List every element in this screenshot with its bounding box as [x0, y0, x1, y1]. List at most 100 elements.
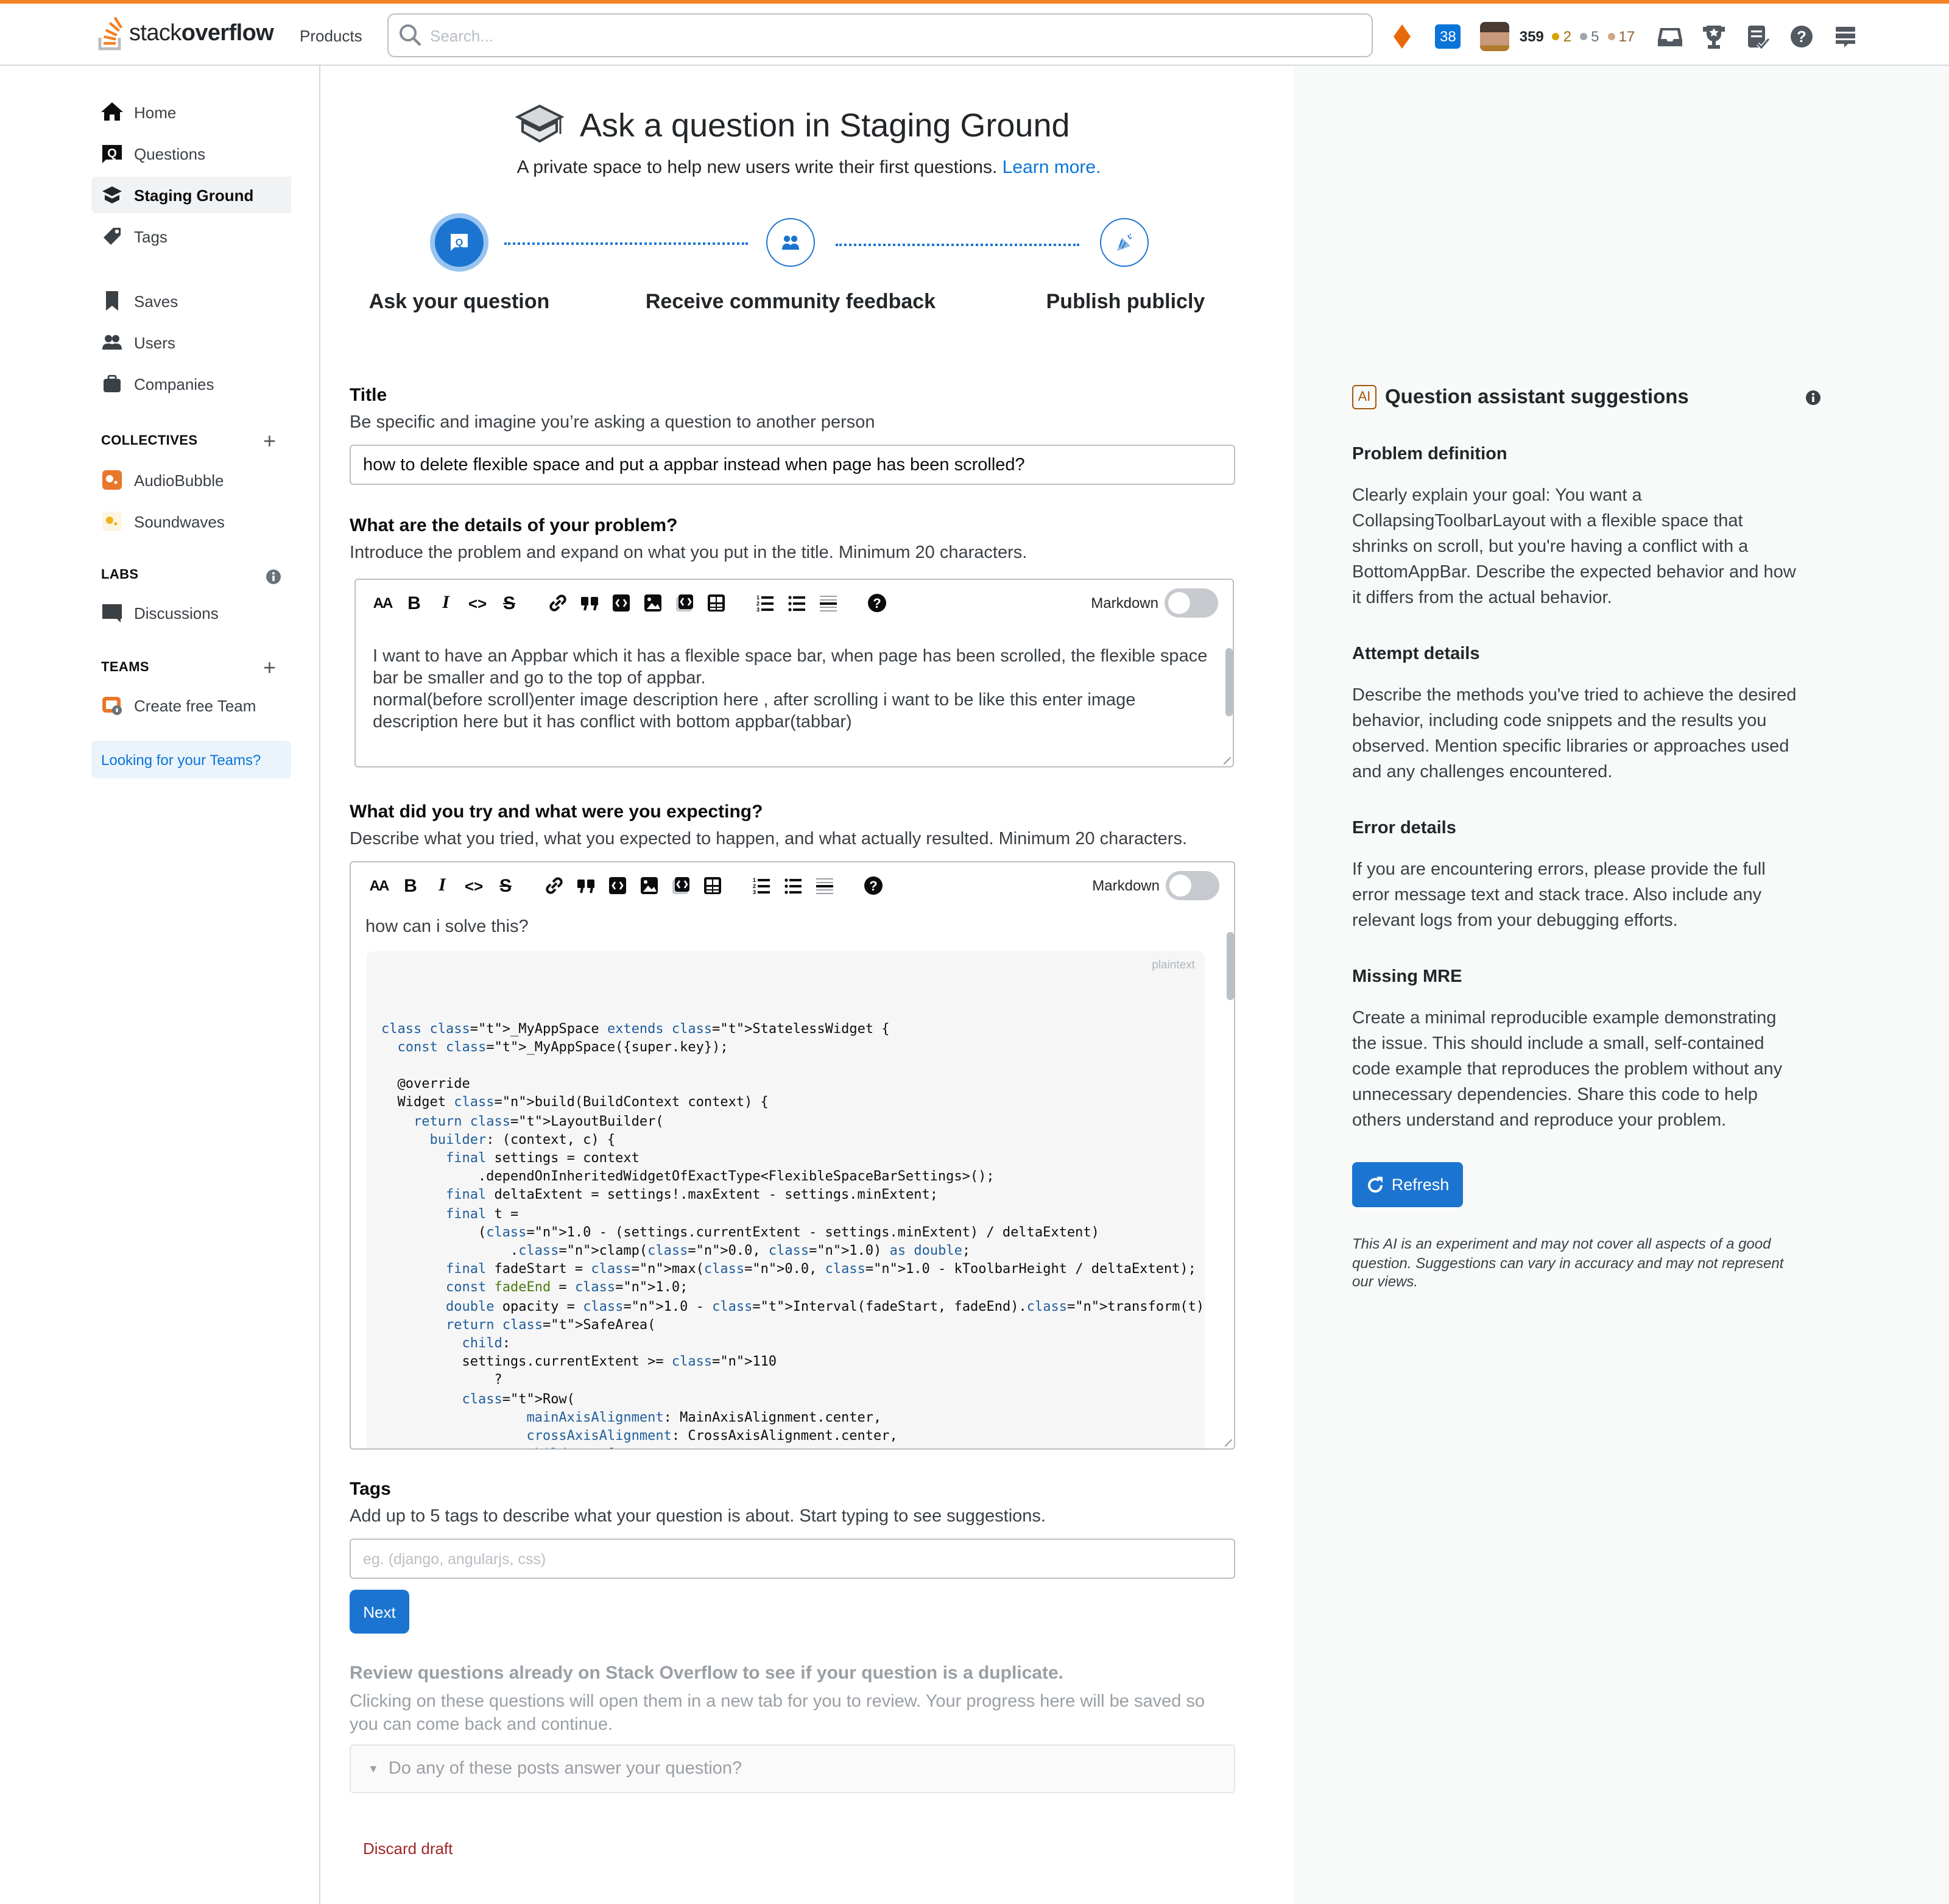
sidebar-item-saves[interactable]: Saves: [91, 283, 291, 319]
collectives-heading: COLLECTIVES: [101, 434, 198, 448]
sidebar-item-audiobubble[interactable]: AudioBubble: [91, 462, 291, 498]
next-button[interactable]: Next: [350, 1590, 409, 1634]
help-icon[interactable]: ?: [864, 590, 890, 616]
achievements-diamond-icon[interactable]: [1394, 24, 1411, 49]
table-icon[interactable]: [703, 590, 730, 616]
ordered-list-icon[interactable]: 123: [748, 872, 775, 899]
sidebar-item-create-team[interactable]: Create free Team: [91, 687, 291, 724]
labs-heading: LABS: [101, 568, 139, 582]
learn-more-link[interactable]: Learn more.: [1003, 157, 1101, 178]
bronze-badges: 17: [1607, 28, 1635, 45]
image-icon[interactable]: [640, 590, 666, 616]
tags-description: Add up to 5 tags to describe what your q…: [350, 1507, 1046, 1526]
code-block-icon[interactable]: [608, 590, 635, 616]
strikethrough-icon[interactable]: S: [496, 590, 523, 616]
inline-code-icon[interactable]: <>: [464, 590, 491, 616]
duplicates-accordion[interactable]: ▼ Do any of these posts answer your ques…: [350, 1744, 1235, 1793]
details-label: What are the details of your problem?: [350, 515, 678, 536]
strikethrough-icon[interactable]: S: [492, 872, 519, 899]
horizontal-rule-icon[interactable]: [815, 590, 842, 616]
page-subtitle: A private space to help new users write …: [322, 157, 1296, 178]
snippet-icon[interactable]: [668, 872, 694, 899]
snippet-icon[interactable]: [671, 590, 698, 616]
markdown-label: Markdown: [1092, 877, 1160, 894]
tried-editor[interactable]: AA B I <> S 123 ? Markdown how can i sol…: [350, 861, 1235, 1450]
refresh-button[interactable]: Refresh: [1352, 1162, 1463, 1207]
details-editor-body[interactable]: I want to have an Appbar which it has a …: [356, 626, 1233, 733]
sidebar-item-staging-ground[interactable]: Staging Ground: [91, 177, 291, 213]
link-icon[interactable]: [541, 872, 568, 899]
sidebar-item-discussions[interactable]: Discussions: [91, 594, 291, 631]
site-switcher-icon[interactable]: [1832, 23, 1859, 50]
code-block[interactable]: plaintext class class="t">_MyAppSpace ex…: [367, 951, 1205, 1448]
title-description: Be specific and imagine you’re asking a …: [350, 413, 875, 432]
sidebar-item-label: Discussions: [134, 604, 219, 622]
trophy-icon[interactable]: [1701, 23, 1727, 50]
reputation-count[interactable]: 359: [1520, 28, 1544, 45]
search-bar[interactable]: [387, 13, 1373, 57]
heading-icon[interactable]: AA: [365, 872, 392, 899]
ordered-list-icon[interactable]: 123: [752, 590, 778, 616]
sidebar-item-soundwaves[interactable]: Soundwaves: [91, 503, 291, 540]
italic-icon[interactable]: I: [432, 590, 459, 616]
logo-text: stackoverflow: [129, 21, 274, 46]
question-bubble-icon: Q: [451, 234, 468, 251]
code-block-icon[interactable]: [604, 872, 631, 899]
markdown-toggle[interactable]: Markdown: [1092, 871, 1219, 900]
resize-handle[interactable]: [1217, 750, 1232, 765]
suggestion-title: Error details: [1352, 819, 1456, 838]
markdown-toggle[interactable]: Markdown: [1091, 588, 1218, 618]
markdown-switch[interactable]: [1165, 588, 1218, 618]
horizontal-rule-icon[interactable]: [811, 872, 838, 899]
sidebar-item-tags[interactable]: Tags: [91, 218, 291, 255]
review-queue-icon[interactable]: [1744, 23, 1771, 50]
stackoverflow-logo[interactable]: stackoverflow: [96, 15, 274, 54]
blockquote-icon[interactable]: [576, 590, 603, 616]
markdown-switch[interactable]: [1166, 871, 1219, 900]
looking-for-teams-link[interactable]: Looking for your Teams?: [91, 741, 291, 778]
inbox-count-badge[interactable]: 38: [1435, 24, 1461, 49]
products-menu[interactable]: Products: [290, 24, 372, 48]
discard-draft-link[interactable]: Discard draft: [363, 1839, 453, 1858]
table-icon[interactable]: [699, 872, 726, 899]
editor-scrollbar[interactable]: [1227, 932, 1234, 1000]
bold-icon[interactable]: B: [401, 590, 428, 616]
code-line: class class="t">_MyAppSpace extends clas…: [381, 1020, 890, 1037]
step-label: Publish publicly: [1046, 290, 1205, 313]
sidebar-item-users[interactable]: Users: [91, 324, 291, 361]
subtitle-text: A private space to help new users write …: [516, 157, 998, 178]
add-team-icon[interactable]: +: [263, 657, 276, 679]
blockquote-icon[interactable]: [573, 872, 599, 899]
labs-info-icon[interactable]: [266, 569, 281, 585]
title-input[interactable]: [350, 445, 1235, 485]
italic-icon[interactable]: I: [429, 872, 456, 899]
unordered-list-icon[interactable]: [783, 590, 810, 616]
sidebar-item-companies[interactable]: Companies: [91, 365, 291, 402]
info-icon[interactable]: [1805, 390, 1821, 406]
sidebar-item-label: Soundwaves: [134, 512, 225, 531]
tags-input[interactable]: [350, 1539, 1235, 1579]
resize-handle[interactable]: [1218, 1433, 1233, 1447]
tried-editor-body[interactable]: how can i solve this?: [351, 909, 1234, 938]
code-line: builder: (context, c) {: [429, 1131, 616, 1148]
help-icon[interactable]: ?: [1788, 23, 1815, 50]
unordered-list-icon[interactable]: [780, 872, 806, 899]
help-icon[interactable]: ?: [860, 872, 887, 899]
link-icon[interactable]: [545, 590, 571, 616]
inline-code-icon[interactable]: <>: [460, 872, 487, 899]
code-line: @override: [381, 1076, 470, 1092]
sidebar-item-questions[interactable]: Q Questions: [91, 135, 291, 172]
editor-scrollbar[interactable]: [1225, 648, 1233, 716]
code-line: settings.currentExtent >= class="n">110: [381, 1353, 777, 1370]
suggestion-title: Problem definition: [1352, 445, 1507, 464]
add-collective-icon[interactable]: +: [263, 430, 276, 452]
step-connector: [504, 242, 748, 245]
bold-icon[interactable]: B: [397, 872, 424, 899]
image-icon[interactable]: [636, 872, 663, 899]
avatar[interactable]: [1480, 22, 1510, 51]
inbox-icon[interactable]: [1657, 23, 1683, 50]
heading-icon[interactable]: AA: [369, 590, 396, 616]
details-editor[interactable]: AA B I <> S 123 ? Markdown I want to hav…: [354, 579, 1234, 767]
search-input[interactable]: [430, 26, 1372, 44]
sidebar-item-home[interactable]: Home: [91, 94, 291, 130]
